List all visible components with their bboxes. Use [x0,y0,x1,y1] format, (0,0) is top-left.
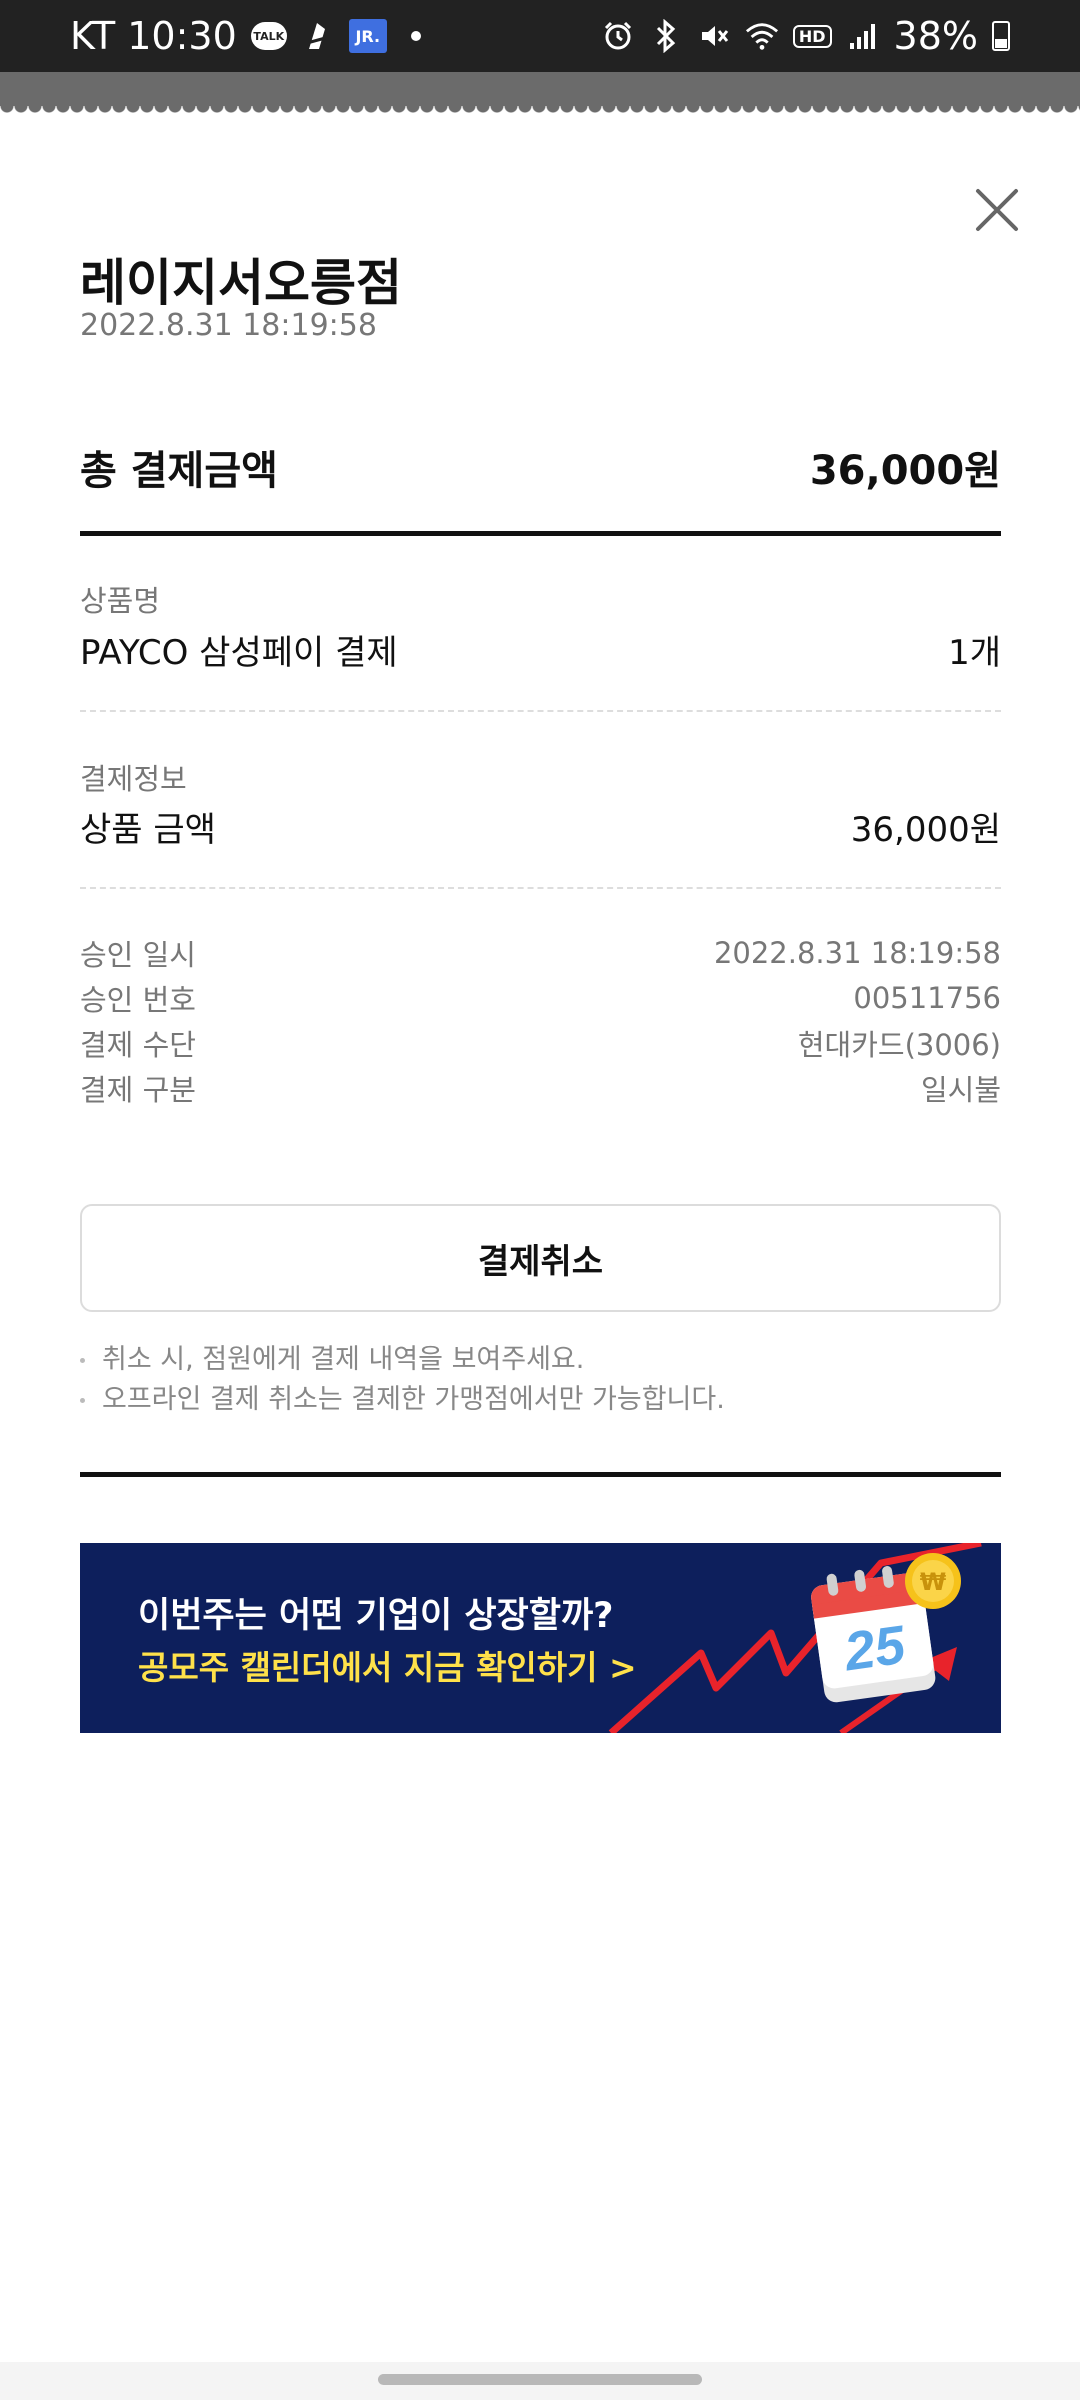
receipt-perforated-edge [0,106,1080,120]
bluetooth-icon [649,19,683,53]
detail-row-approval-number: 승인 번호 00511756 [80,977,1001,1019]
divider-dashed [80,710,1001,712]
detail-row-payment-method: 결제 수단 현대카드(3006) [80,1022,1001,1064]
detail-label: 승인 번호 [80,983,196,1017]
detail-value: 현대카드(3006) [797,1028,1001,1062]
carrier-time: KT 10:30 [70,14,237,58]
product-amount-row: 상품 금액 36,000원 [80,802,1001,851]
product-amount-label: 상품 금액 [80,810,216,850]
status-bar: KT 10:30 TALK JR. HD 38% [0,0,1080,72]
store-name: 레이지서오릉점 [80,254,402,312]
detail-value: 00511756 [853,981,1001,1015]
divider-dashed [80,887,1001,889]
calendar-day-text: 25 [840,1614,910,1682]
close-button[interactable] [972,185,1022,235]
product-row: PAYCO 삼성페이 결제 1개 [80,625,1001,674]
wifi-icon [745,19,779,53]
mute-icon [697,19,731,53]
more-notifications-dot-icon [410,31,421,41]
battery-percentage: 38% [893,14,978,58]
kakaotalk-icon: TALK [250,22,287,50]
detail-value: 일시불 [920,1073,1001,1107]
coin-symbol-text: ₩ [920,1568,947,1596]
ipo-calendar-banner[interactable]: 이번주는 어떤 기업이 상장할까? 공모주 캘린더에서 지금 확인하기 > 25… [80,1543,1001,1733]
product-name: PAYCO 삼성페이 결제 [80,633,398,673]
alarm-icon [601,19,635,53]
divider-thick [80,1472,1001,1477]
hd-voice-icon: HD [792,24,832,48]
product-section-label: 상품명 [80,584,161,618]
banner-calendar-chart-illustration: 25 ₩ [608,1543,982,1733]
cancel-notes: 취소 시, 점원에게 결제 내역을 보여주세요. 오프라인 결제 취소는 결제한… [80,1340,1001,1420]
total-amount-value: 36,000원 [809,448,1001,494]
status-left: KT 10:30 TALK JR. [70,14,421,58]
transaction-datetime: 2022.8.31 18:19:58 [80,308,377,343]
product-amount-value: 36,000원 [850,810,1001,850]
notification-app-icon [301,19,335,53]
divider-thick [80,531,1001,536]
banner-headline: 이번주는 어떤 기업이 상장할까? [138,1596,614,1636]
banner-cta: 공모주 캘린더에서 지금 확인하기 > [138,1648,637,1687]
note-item: 오프라인 결제 취소는 결제한 가맹점에서만 가능합니다. [80,1380,1001,1420]
home-gesture-handle[interactable] [378,2374,702,2385]
total-amount-label: 총 결제금액 [80,448,278,494]
detail-row-payment-type: 결제 구분 일시불 [80,1067,1001,1109]
battery-icon [992,21,1010,51]
note-item: 취소 시, 점원에게 결제 내역을 보여주세요. [80,1340,1001,1380]
status-right: HD 38% [601,14,1010,58]
product-quantity: 1개 [948,633,1001,673]
detail-row-approval-datetime: 승인 일시 2022.8.31 18:19:58 [80,932,1001,974]
detail-value: 2022.8.31 18:19:58 [713,936,1001,970]
jr-app-icon: JR. [348,19,387,53]
payment-section-label: 결제정보 [80,762,187,796]
total-amount-row: 총 결제금액 36,000원 [80,438,1001,496]
detail-label: 승인 일시 [80,938,196,972]
signal-icon [846,19,880,53]
close-icon [976,189,1018,231]
detail-label: 결제 구분 [80,1073,196,1107]
cancel-payment-button[interactable]: 결제취소 [80,1204,1001,1312]
detail-label: 결제 수단 [80,1028,196,1062]
